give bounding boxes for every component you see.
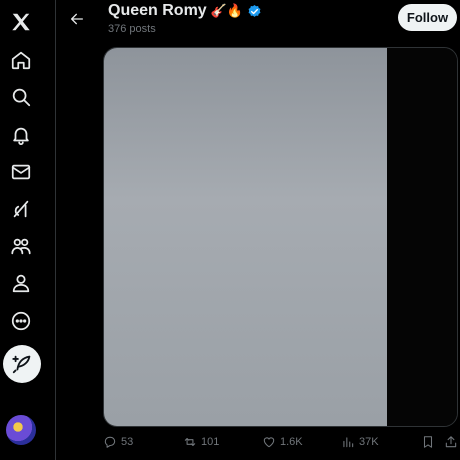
bookmark-button[interactable] xyxy=(421,432,435,452)
post-count: 376 posts xyxy=(108,23,156,35)
search-icon[interactable] xyxy=(2,78,40,116)
reply-button[interactable]: 53 xyxy=(103,432,133,452)
repost-button[interactable]: 101 xyxy=(183,432,219,452)
profile-icon[interactable] xyxy=(2,264,40,302)
post-photo xyxy=(104,48,387,426)
bookmark-icon xyxy=(423,436,433,448)
media-letterbox xyxy=(387,48,457,426)
notifications-icon[interactable] xyxy=(2,116,40,154)
communities-icon[interactable] xyxy=(2,227,40,265)
like-button[interactable]: 1.6K xyxy=(262,432,303,452)
share-button[interactable] xyxy=(444,432,458,452)
reply-icon xyxy=(104,436,116,448)
views-icon xyxy=(343,437,354,448)
like-count: 1.6K xyxy=(280,436,303,448)
grok-icon[interactable] xyxy=(2,190,40,228)
heart-icon xyxy=(263,437,275,448)
repost-icon xyxy=(184,437,196,447)
post-action-bar: 53 101 1.6K 37K xyxy=(103,432,458,452)
post-media[interactable] xyxy=(103,47,458,427)
repost-count: 101 xyxy=(201,436,220,448)
feather-plus-icon xyxy=(12,355,31,374)
account-avatar[interactable] xyxy=(6,415,36,445)
views-count: 37K xyxy=(359,436,379,448)
back-button[interactable] xyxy=(64,6,90,32)
x-logo-icon[interactable] xyxy=(2,3,40,41)
verified-badge-icon xyxy=(248,4,261,17)
left-nav-rail xyxy=(0,0,44,460)
name-emoji: 🎸🔥 xyxy=(210,3,244,18)
views-button[interactable]: 37K xyxy=(341,432,379,452)
compose-post-button[interactable] xyxy=(3,345,41,383)
profile-header: Queen Romy 🎸🔥 xyxy=(108,2,262,20)
share-icon xyxy=(445,436,457,448)
messages-icon[interactable] xyxy=(2,153,40,191)
reply-count: 53 xyxy=(121,436,134,448)
more-icon[interactable] xyxy=(2,302,40,340)
main-column: Queen Romy 🎸🔥 376 posts Follow 53 101 1.… xyxy=(55,0,460,460)
profile-name: Queen Romy xyxy=(108,2,207,19)
home-icon[interactable] xyxy=(2,41,40,79)
back-arrow-icon xyxy=(71,13,83,25)
follow-button[interactable]: Follow xyxy=(398,4,457,31)
